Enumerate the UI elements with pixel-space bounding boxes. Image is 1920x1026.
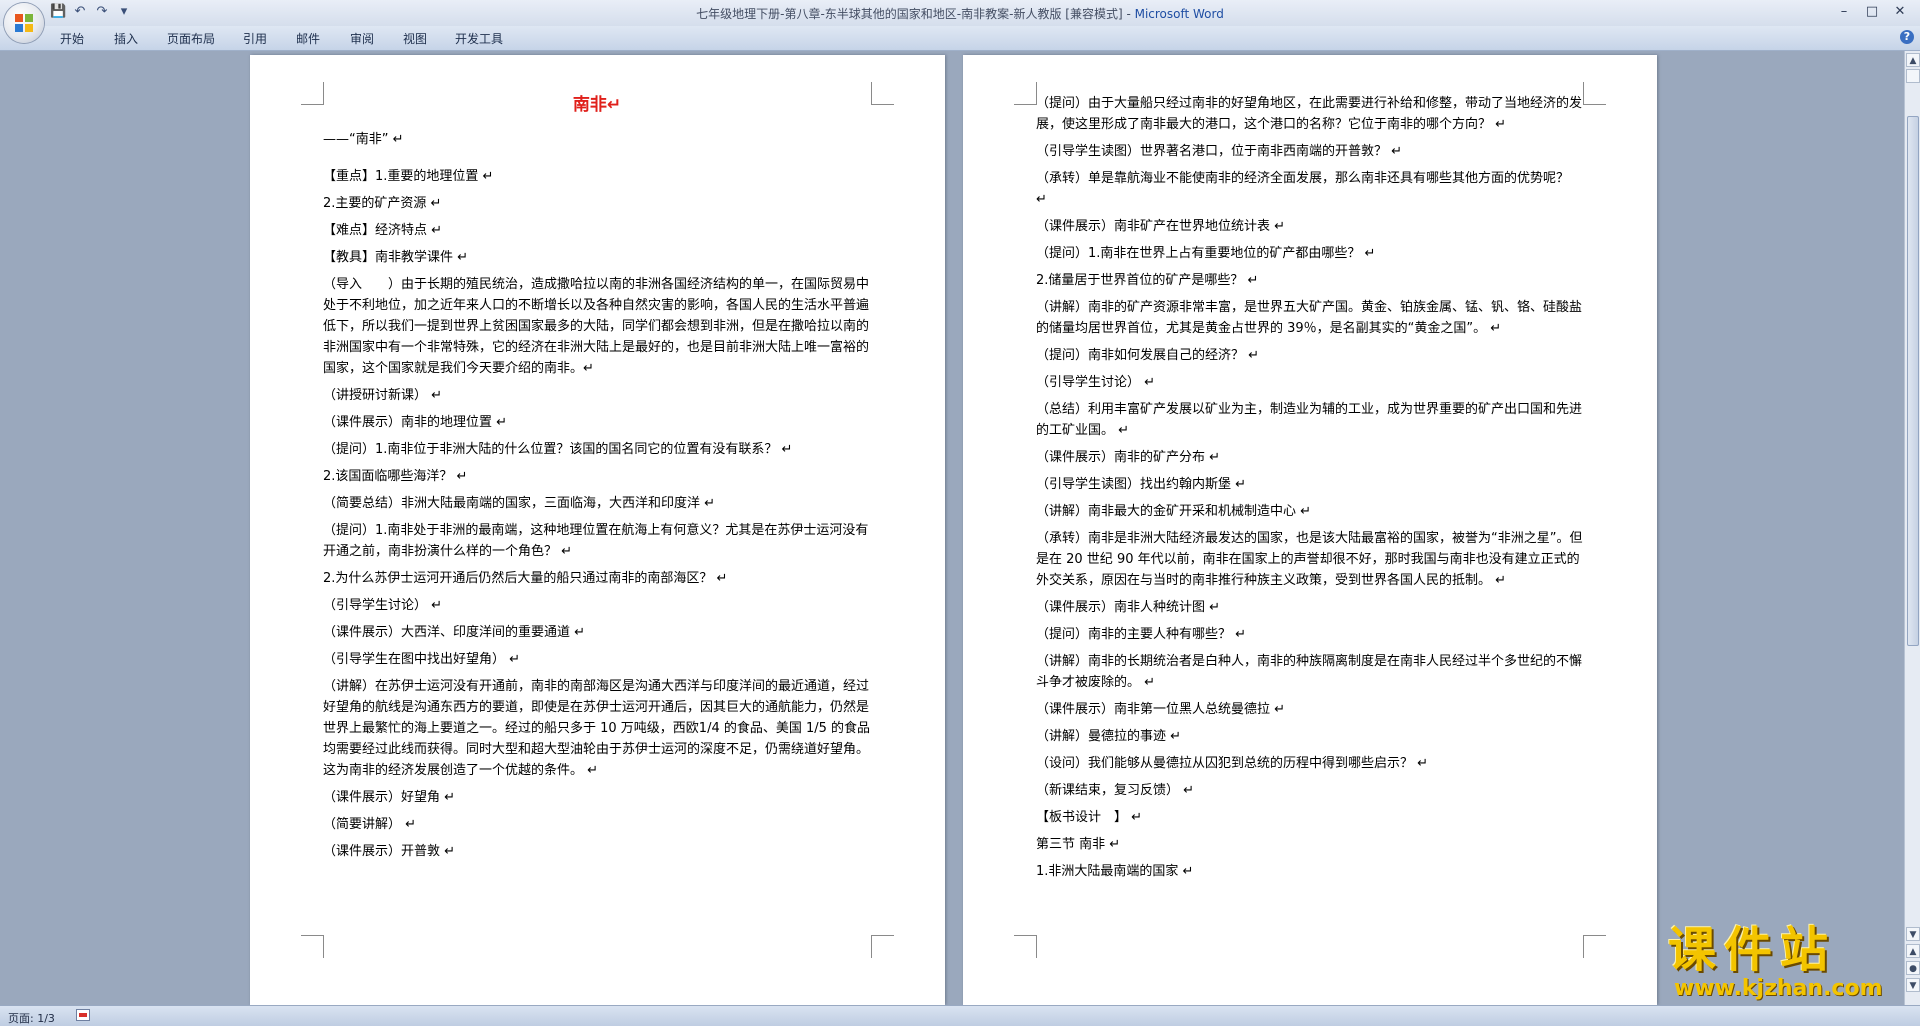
paragraph: （提问）南非的主要人种有哪些？ ↵: [1036, 627, 1247, 642]
tab-developer[interactable]: 开发工具: [455, 30, 503, 47]
paragraph: （讲解）南非的矿产资源非常丰富，是世界五大矿产国。黄金、铂族金属、锰、钒、铬、硅…: [1036, 300, 1583, 336]
tab-insert[interactable]: 插入: [114, 30, 138, 47]
paragraph: 2.储量居于世界首位的矿产是哪些？ ↵: [1036, 273, 1259, 288]
paragraph: 2.该国面临哪些海洋？ ↵: [323, 469, 468, 484]
paragraph: （课件展示）南非第一位黑人总统曼德拉 ↵: [1036, 702, 1286, 717]
paragraph: （提问）1.南非处于非洲的最南端，这种地理位置在航海上有何意义？尤其是在苏伊士运…: [323, 523, 869, 559]
watermark-text: 课件站: [1668, 922, 1837, 978]
paragraph: （新课结束，复习反馈） ↵: [1036, 783, 1195, 798]
window-title-document: 七年级地理下册-第八章-东半球其他的国家和地区-南非教案-新人教版 [兼容模式]…: [696, 7, 1135, 21]
paragraph: （简要讲解） ↵: [323, 817, 417, 832]
paragraph: （讲解）南非最大的金矿开采和机械制造中心 ↵: [1036, 504, 1312, 519]
document-page-1: 南非↵ ——“南非” ↵ 【重点】1.重要的地理位置 ↵ 2.主要的矿产资源 ↵…: [250, 55, 945, 1005]
crop-mark: [301, 935, 324, 958]
crop-mark: [871, 935, 894, 958]
status-bar: 页面: 1/3: [0, 1005, 1920, 1026]
paragraph: 【板书设计 】 ↵: [1036, 810, 1143, 825]
paragraph: （提问）南非如何发展自己的经济？ ↵: [1036, 348, 1260, 363]
paragraph: （课件展示）大西洋、印度洋间的重要通道 ↵: [323, 625, 586, 640]
paragraph: （承转）南非是非洲大陆经济最发达的国家，也是该大陆最富裕的国家，被誉为“非洲之星…: [1036, 531, 1583, 588]
help-icon[interactable]: ?: [1900, 30, 1914, 44]
watermark-url: www.kjzhan.com: [1674, 976, 1883, 1001]
tab-home[interactable]: 开始: [60, 30, 84, 47]
select-browse-object-icon[interactable]: ●: [1906, 961, 1920, 975]
watermark-logo: 课件站 www.kjzhan.com: [1668, 922, 1904, 1004]
scroll-thumb[interactable]: [1907, 116, 1919, 646]
paragraph: （提问）1.南非位于非洲大陆的什么位置？该国的国名同它的位置有没有联系？ ↵: [323, 442, 793, 457]
crop-mark: [1014, 935, 1037, 958]
paragraph: （简要总结）非洲大陆最南端的国家，三面临海，大西洋和印度洋 ↵: [323, 496, 716, 511]
paragraph: （承转）单是靠航海业不能使南非的经济全面发展，那么南非还具有哪些其他方面的优势呢…: [1036, 171, 1570, 207]
window-title-app: Microsoft Word: [1134, 7, 1224, 21]
document-page-2: （提问）由于大量船只经过南非的好望角地区，在此需要进行补给和修整，带动了当地经济…: [963, 55, 1657, 1005]
next-page-icon[interactable]: ▼: [1906, 978, 1920, 992]
title-bar: 💾 ↶ ↷ ▾ 七年级地理下册-第八章-东半球其他的国家和地区-南非教案-新人教…: [0, 0, 1920, 26]
paragraph: （讲解）曼德拉的事迹 ↵: [1036, 729, 1182, 744]
paragraph: 第三节 南非 ↵: [1036, 837, 1121, 852]
scroll-up-icon[interactable]: ▲: [1906, 53, 1920, 67]
document-title: 南非↵: [572, 95, 622, 115]
vertical-scrollbar[interactable]: ▲ ▼ ▲ ● ▼: [1904, 51, 1920, 1005]
page-1-text[interactable]: 南非↵ ——“南非” ↵ 【重点】1.重要的地理位置 ↵ 2.主要的矿产资源 ↵…: [323, 93, 871, 868]
paragraph: ——“南非” ↵: [323, 132, 404, 147]
paragraph: （提问）由于大量船只经过南非的好望角地区，在此需要进行补给和修整，带动了当地经济…: [1036, 96, 1583, 132]
proofing-status-icon[interactable]: [76, 1009, 90, 1021]
paragraph: 【难点】经济特点 ↵: [323, 223, 443, 238]
paragraph: （课件展示）开普敦 ↵: [323, 844, 456, 859]
maximize-button[interactable]: □: [1858, 2, 1886, 22]
tab-view[interactable]: 视图: [403, 30, 427, 47]
ruler-toggle-icon[interactable]: [1906, 69, 1920, 83]
previous-page-icon[interactable]: ▲: [1906, 944, 1920, 958]
paragraph: （引导学生在图中找出好望角） ↵: [323, 652, 521, 667]
paragraph: （课件展示）南非矿产在世界地位统计表 ↵: [1036, 219, 1286, 234]
crop-mark: [1583, 935, 1606, 958]
page-2-text[interactable]: （提问）由于大量船只经过南非的好望角地区，在此需要进行补给和修整，带动了当地经济…: [1036, 93, 1584, 888]
minimize-button[interactable]: –: [1830, 2, 1858, 22]
paragraph: 2.为什么苏伊士运河开通后仍然后大量的船只通过南非的南部海区？ ↵: [323, 571, 728, 586]
paragraph: （课件展示）南非的地理位置 ↵: [323, 415, 508, 430]
paragraph: 【重点】1.重要的地理位置 ↵: [323, 169, 494, 184]
close-button[interactable]: ✕: [1886, 2, 1914, 22]
paragraph: 1.非洲大陆最南端的国家 ↵: [1036, 864, 1194, 879]
paragraph: （引导学生读图）世界著名港口，位于南非西南端的开普敦？ ↵: [1036, 144, 1403, 159]
ribbon-tabs: 开始 插入 页面布局 引用 邮件 审阅 视图 开发工具 ?: [0, 26, 1920, 51]
office-logo-icon: [15, 14, 33, 32]
paragraph: （讲解）南非的长期统治者是白种人，南非的种族隔离制度是在南非人民经过半个多世纪的…: [1036, 654, 1583, 690]
paragraph: （课件展示）南非人种统计图 ↵: [1036, 600, 1221, 615]
crop-mark: [1014, 82, 1037, 105]
crop-mark: [1583, 82, 1606, 105]
document-area: 南非↵ ——“南非” ↵ 【重点】1.重要的地理位置 ↵ 2.主要的矿产资源 ↵…: [0, 51, 1904, 1005]
paragraph: （课件展示）南非的矿产分布 ↵: [1036, 450, 1221, 465]
paragraph: （讲授研讨新课） ↵: [323, 388, 443, 403]
tab-references[interactable]: 引用: [243, 30, 267, 47]
paragraph: （引导学生读图）找出约翰内斯堡 ↵: [1036, 477, 1247, 492]
paragraph: （引导学生讨论） ↵: [323, 598, 443, 613]
paragraph: （总结）利用丰富矿产发展以矿业为主，制造业为辅的工业，成为世界重要的矿产出口国和…: [1036, 402, 1583, 438]
paragraph: （提问）1.南非在世界上占有重要地位的矿产都由哪些？ ↵: [1036, 246, 1376, 261]
paragraph: （课件展示）好望角 ↵: [323, 790, 456, 805]
paragraph: 【教具】南非教学课件 ↵: [323, 250, 469, 265]
paragraph: 2.主要的矿产资源 ↵: [323, 196, 442, 211]
crop-mark: [301, 82, 324, 105]
scroll-down-icon[interactable]: ▼: [1906, 927, 1920, 941]
crop-mark: [871, 82, 894, 105]
tab-mailings[interactable]: 邮件: [296, 30, 320, 47]
window-title: 七年级地理下册-第八章-东半球其他的国家和地区-南非教案-新人教版 [兼容模式]…: [0, 5, 1920, 22]
page-count-status[interactable]: 页面: 1/3: [8, 1010, 55, 1026]
paragraph: （导入 ）由于长期的殖民统治，造成撒哈拉以南的非洲各国经济结构的单一，在国际贸易…: [323, 277, 870, 376]
paragraph: （讲解）在苏伊士运河没有开通前，南非的南部海区是沟通大西洋与印度洋间的最近通道，…: [323, 679, 871, 778]
tab-page-layout[interactable]: 页面布局: [167, 30, 215, 47]
tab-review[interactable]: 审阅: [350, 30, 374, 47]
paragraph: （引导学生讨论） ↵: [1036, 375, 1156, 390]
paragraph: （设问）我们能够从曼德拉从囚犯到总统的历程中得到哪些启示？ ↵: [1036, 756, 1429, 771]
office-button[interactable]: [4, 3, 44, 43]
window-controls: – □ ✕: [1830, 2, 1914, 22]
